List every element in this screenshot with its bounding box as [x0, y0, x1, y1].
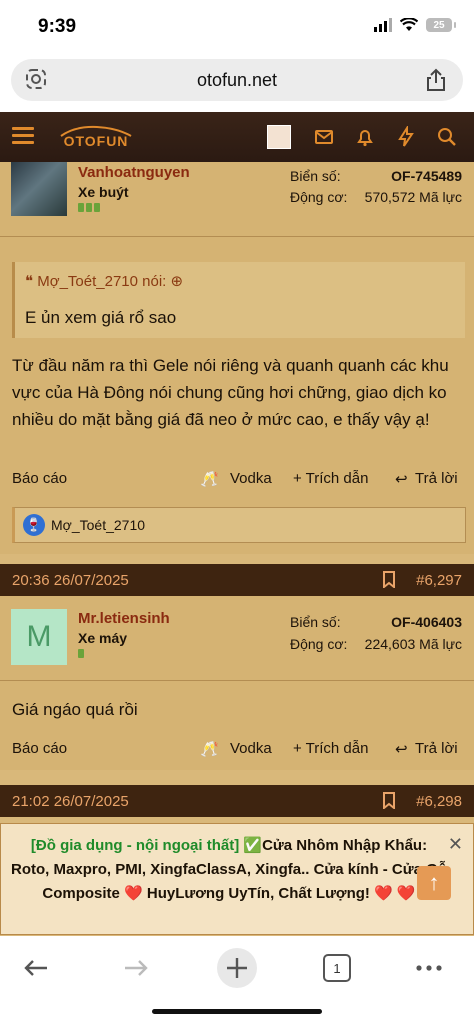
reply-icon[interactable]: ↩ [395, 740, 408, 758]
vodka-icon[interactable]: 🥂 [200, 740, 219, 758]
post-1: Vanhoatnguyen Xe buýt Biển số: OF-745489… [0, 162, 474, 554]
plate-label: Biển số: [290, 614, 341, 630]
report-button[interactable]: Báo cáo [12, 740, 67, 757]
logo-text: OTOFUN [64, 133, 129, 149]
post-2-header: 20:36 26/07/2025 #6,297 [0, 564, 474, 596]
status-bar: 9:39 25 [0, 0, 474, 52]
url-domain[interactable]: otofun.net [11, 70, 463, 91]
rank-pips [78, 649, 170, 658]
reaction-bar[interactable]: 🍷 Mợ_Toét_2710 [12, 507, 466, 543]
forward-icon[interactable] [116, 948, 156, 988]
username[interactable]: Mr.letiensinh [78, 610, 170, 627]
user-info: Mr.letiensinh Xe máy [78, 610, 170, 658]
post-datetime[interactable]: 20:36 26/07/2025 [12, 572, 129, 589]
post-datetime[interactable]: 21:02 26/07/2025 [12, 793, 129, 810]
post-number[interactable]: #6,298 [416, 793, 462, 810]
quote-author[interactable]: Mợ_Toét_2710 nói: [37, 273, 166, 290]
post-body: Giá ngáo quá rồi [12, 700, 138, 719]
username[interactable]: Vanhoatnguyen [78, 164, 190, 181]
vodka-button[interactable]: Vodka [230, 740, 272, 757]
battery-level: 25 [433, 19, 445, 31]
user-info: Vanhoatnguyen Xe buýt [78, 164, 190, 212]
engine-value: 224,603 Mã lực [364, 636, 462, 652]
post-2: M Mr.letiensinh Xe máy Biển số: OF-40640… [0, 596, 474, 770]
address-bar[interactable]: otofun.net [11, 59, 463, 101]
bell-icon[interactable] [354, 126, 376, 148]
plate-value: OF-406403 [391, 614, 462, 630]
signal-icon [374, 18, 392, 32]
quote-button[interactable]: + Trích dẫn [293, 740, 368, 757]
engine-value: 570,572 Mã lực [364, 189, 462, 205]
jump-up-icon[interactable]: ⊕ [171, 273, 184, 290]
divider [0, 236, 474, 237]
user-avatar[interactable] [267, 125, 291, 149]
more-icon[interactable] [409, 948, 449, 988]
new-tab-button[interactable] [217, 948, 257, 988]
ad-category[interactable]: [Đồ gia dụng - nội ngoại thất] [31, 837, 239, 854]
tab-switcher[interactable]: 1 [317, 948, 357, 988]
quote-block: ❝ Mợ_Toét_2710 nói: ⊕ E ủn xem giá rổ sa… [12, 262, 465, 338]
wifi-icon [400, 18, 418, 31]
status-time: 9:39 [38, 16, 77, 37]
post-actions: Báo cáo 🥂 Vodka + Trích dẫn ↩ Trả lời [12, 740, 462, 760]
ad-banner[interactable]: ✕ [Đồ gia dụng - nội ngoại thất] ✅Cửa Nh… [0, 823, 474, 935]
vodka-icon[interactable]: 🥂 [200, 470, 219, 488]
rank-pips [78, 203, 190, 212]
report-button[interactable]: Báo cáo [12, 470, 67, 487]
tab-count[interactable]: 1 [323, 954, 351, 982]
mail-icon[interactable] [313, 126, 335, 148]
reaction-user[interactable]: Mợ_Toét_2710 [51, 517, 145, 533]
user-avatar-vanhoatnguyen[interactable] [11, 162, 67, 216]
post-actions: Báo cáo 🥂 Vodka + Trích dẫn ↩ Trả lời [12, 470, 462, 490]
quote-button[interactable]: + Trích dẫn [293, 470, 368, 487]
engine-label: Động cơ: [290, 189, 348, 205]
reply-button[interactable]: Trả lời [415, 470, 458, 487]
wine-glass-icon: 🍷 [23, 514, 45, 536]
engine-label: Động cơ: [290, 636, 348, 652]
divider [0, 680, 474, 681]
plate-value: OF-745489 [391, 168, 462, 184]
reply-icon[interactable]: ↩ [395, 470, 408, 488]
check-icon: ✅ [243, 837, 263, 854]
bookmark-icon[interactable] [382, 571, 396, 588]
battery-icon: 25 [426, 18, 456, 32]
lightning-icon[interactable] [395, 126, 417, 148]
back-icon[interactable] [16, 948, 56, 988]
plate-label: Biển số: [290, 168, 341, 184]
quote-text: E ủn xem giá rổ sao [25, 308, 177, 327]
thread-content: Vanhoatnguyen Xe buýt Biển số: OF-745489… [0, 162, 474, 936]
post-number[interactable]: #6,297 [416, 572, 462, 589]
user-title: Xe buýt [78, 184, 129, 200]
ad-text[interactable]: [Đồ gia dụng - nội ngoại thất] ✅Cửa Nhôm… [11, 834, 447, 906]
vodka-button[interactable]: Vodka [230, 470, 272, 487]
menu-icon[interactable] [12, 127, 34, 145]
site-header: OTOFUN [0, 112, 474, 162]
scroll-top-button[interactable]: ↑ [417, 866, 451, 900]
quote-header[interactable]: ❝ Mợ_Toét_2710 nói: ⊕ [25, 272, 183, 290]
home-indicator [152, 1009, 322, 1014]
search-icon[interactable] [436, 126, 458, 148]
user-avatar-mr-letiensinh[interactable]: M [11, 609, 67, 665]
close-icon[interactable]: ✕ [448, 832, 463, 856]
user-title: Xe máy [78, 630, 128, 646]
post-body: Từ đầu năm ra thì Gele nói riêng và quan… [12, 356, 449, 429]
post-3-header: 21:02 26/07/2025 #6,298 [0, 785, 474, 817]
reply-button[interactable]: Trả lời [415, 740, 458, 757]
bookmark-icon[interactable] [382, 792, 396, 809]
quote-icon: ❝ [25, 273, 34, 290]
status-icons: 25 [374, 18, 456, 32]
otofun-logo[interactable]: OTOFUN [55, 124, 137, 150]
share-icon[interactable] [425, 68, 447, 92]
